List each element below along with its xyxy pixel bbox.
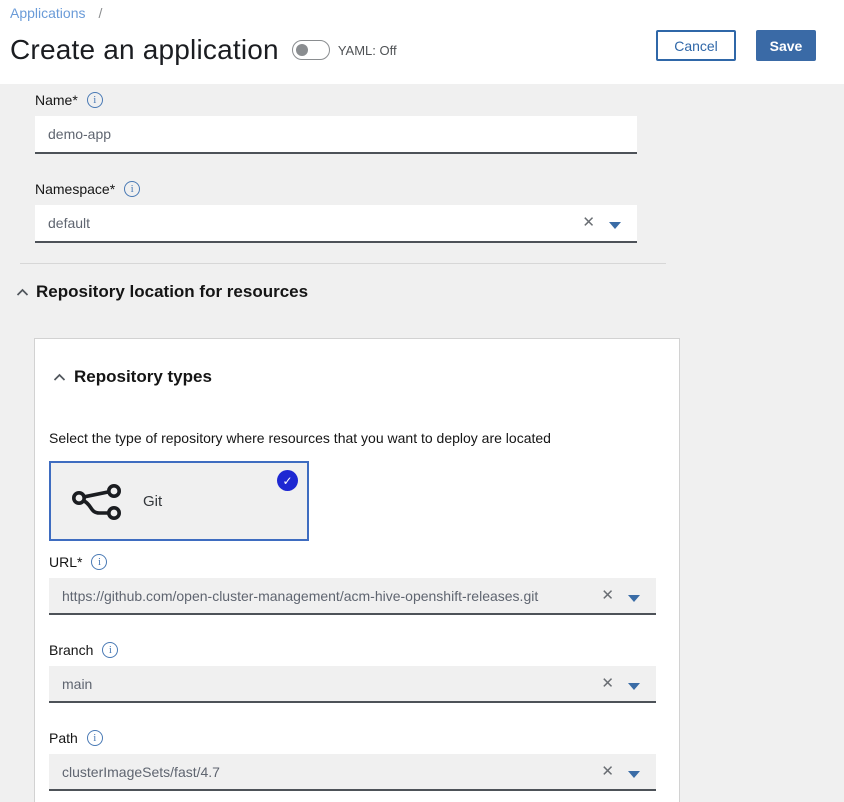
- info-icon[interactable]: i: [102, 642, 118, 658]
- page-header: Applications / Create an application YAM…: [0, 0, 844, 84]
- yaml-toggle[interactable]: [292, 40, 330, 60]
- info-icon[interactable]: i: [87, 730, 103, 746]
- chevron-up-icon: [16, 288, 29, 297]
- repository-types-card: Repository types Select the type of repo…: [34, 338, 680, 802]
- git-branch-icon: [71, 483, 123, 520]
- selected-check-icon: ✓: [277, 470, 298, 491]
- path-field-group: Path i ✕: [49, 730, 665, 791]
- git-repository-tile[interactable]: Git ✓: [49, 461, 309, 541]
- clear-icon[interactable]: ✕: [601, 587, 614, 605]
- chevron-up-icon: [53, 373, 66, 382]
- path-label: Path: [49, 730, 78, 746]
- yaml-toggle-knob-icon: [296, 44, 308, 56]
- git-tile-label: Git: [143, 493, 162, 510]
- name-label: Name*: [35, 92, 78, 108]
- chevron-down-icon[interactable]: [628, 771, 640, 778]
- clear-icon[interactable]: ✕: [601, 675, 614, 693]
- branch-label: Branch: [49, 642, 93, 658]
- branch-input[interactable]: [49, 666, 656, 703]
- breadcrumb-separator: /: [99, 5, 103, 21]
- namespace-field-group: Namespace* i ✕: [35, 181, 844, 243]
- section-repository-location[interactable]: Repository location for resources: [16, 282, 844, 302]
- save-button[interactable]: Save: [756, 30, 816, 61]
- create-application-form: Name* i Namespace* i ✕ Repository locati…: [0, 84, 844, 802]
- chevron-down-icon[interactable]: [609, 222, 621, 229]
- url-label: URL*: [49, 554, 82, 570]
- url-field-group: URL* i ✕: [49, 554, 665, 615]
- header-actions: Cancel Save: [656, 30, 816, 61]
- url-input[interactable]: [49, 578, 656, 615]
- clear-icon[interactable]: ✕: [601, 763, 614, 781]
- card-title: Repository types: [74, 367, 212, 387]
- path-input[interactable]: [49, 754, 656, 791]
- cancel-button[interactable]: Cancel: [656, 30, 736, 61]
- name-field-group: Name* i: [35, 92, 844, 154]
- info-icon[interactable]: i: [124, 181, 140, 197]
- section-divider: [20, 263, 666, 264]
- name-input[interactable]: [35, 116, 637, 154]
- chevron-down-icon[interactable]: [628, 683, 640, 690]
- section-title: Repository location for resources: [36, 282, 308, 302]
- namespace-input[interactable]: [35, 205, 637, 243]
- branch-field-group: Branch i ✕: [49, 642, 665, 703]
- repository-types-header[interactable]: Repository types: [53, 367, 665, 387]
- info-icon[interactable]: i: [91, 554, 107, 570]
- info-icon[interactable]: i: [87, 92, 103, 108]
- breadcrumb: Applications /: [10, 5, 844, 21]
- chevron-down-icon[interactable]: [628, 595, 640, 602]
- page-title: Create an application: [10, 34, 279, 66]
- clear-icon[interactable]: ✕: [582, 214, 595, 232]
- namespace-label: Namespace*: [35, 181, 115, 197]
- yaml-toggle-label: YAML: Off: [338, 43, 397, 58]
- card-description: Select the type of repository where reso…: [49, 430, 665, 446]
- breadcrumb-link-applications[interactable]: Applications: [10, 5, 86, 21]
